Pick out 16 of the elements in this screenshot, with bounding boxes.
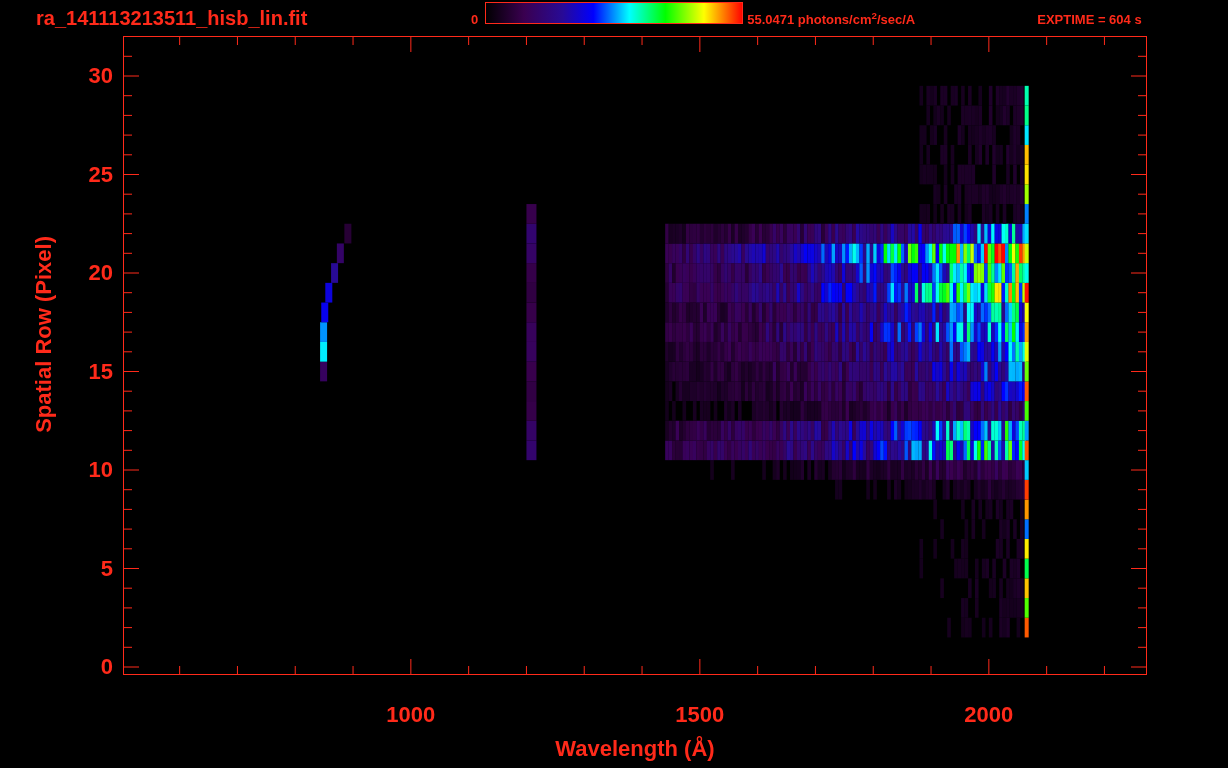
colorbar-max-label: 55.0471 photons/cm$^{2}$/sec/A: [747, 12, 917, 26]
x-axis-label: Wavelength (Å): [554, 738, 716, 760]
colorbar-min-label: 0: [471, 12, 479, 26]
x-tick-label: 1500: [674, 704, 726, 726]
exposure-time: EXPTIME = 604 s: [1037, 12, 1142, 26]
x-tick-label: 1000: [385, 704, 437, 726]
y-tick-label: 15: [88, 360, 113, 383]
y-axis-label: Spatial Row (Pixel): [33, 236, 55, 433]
y-tick-label: 10: [88, 459, 113, 481]
y-tick-label: 30: [88, 65, 113, 87]
x-tick-label: 2000: [963, 704, 1015, 726]
y-tick-label: 20: [88, 262, 113, 284]
file-title: ra_141113213511_hisb_lin.fit: [36, 8, 309, 28]
y-tick-label: 25: [88, 163, 113, 186]
y-tick-label: 5: [100, 557, 113, 580]
y-tick-label: 0: [100, 656, 113, 678]
